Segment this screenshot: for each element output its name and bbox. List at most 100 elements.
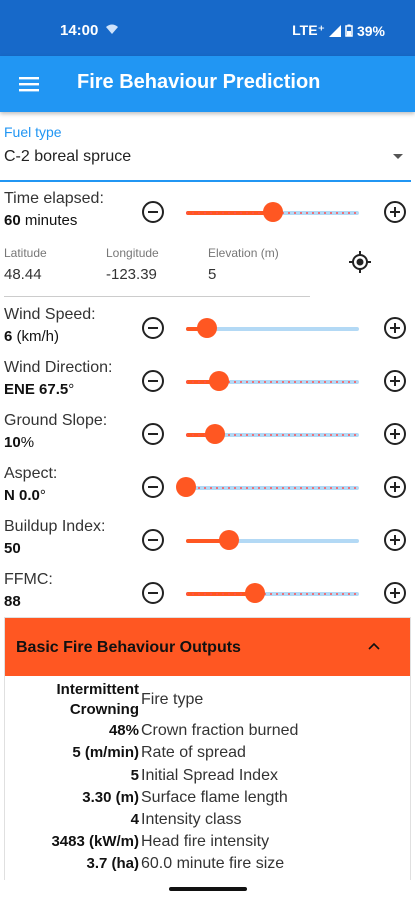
elevation-value: 5 (208, 266, 217, 283)
wind-direction-value: ENE 67.5° (4, 381, 75, 398)
chevron-up-icon[interactable] (368, 642, 380, 650)
longitude-field[interactable]: Longitude -123.39 (106, 246, 159, 283)
buildup-index-label: Buildup Index: (4, 518, 106, 535)
wind-speed-value: 6 (km/h) (4, 328, 60, 345)
aspect-decrease-button[interactable] (142, 476, 164, 498)
location-section: Latitude 48.44 Longitude -123.39 Elevati… (0, 240, 415, 300)
buildup-index-slider[interactable] (186, 530, 359, 550)
output-label: Fire type (141, 691, 204, 708)
elevation-label: Elevation (m) (208, 246, 279, 260)
outputs-panel: Basic Fire Behaviour Outputs Intermitten… (4, 617, 411, 900)
ffmc-slider-thumb[interactable] (245, 583, 265, 603)
output-label: Head fire intensity (141, 833, 270, 850)
ground-slope-value: 10% (4, 434, 35, 451)
output-label: 60.0 minute fire size (141, 855, 285, 872)
output-value: Intermittent Crowning (56, 681, 140, 718)
ffmc-decrease-button[interactable] (142, 582, 164, 604)
wind-speed-decrease-button[interactable] (142, 317, 164, 339)
battery-icon (345, 24, 353, 37)
time-elapsed-slider[interactable] (186, 202, 359, 222)
output-row-fire-type: Intermittent Crowning Fire type (5, 680, 412, 720)
buildup-index-slider-thumb[interactable] (219, 530, 239, 550)
home-gesture-handle[interactable] (169, 887, 247, 891)
buildup-index-value: 50 (4, 540, 21, 557)
status-right: LTE⁺ 39% (292, 22, 385, 39)
fuel-type-label: Fuel type (4, 124, 62, 140)
navigation-bar (0, 880, 415, 900)
output-label: Initial Spread Index (141, 767, 278, 784)
time-elapsed-slider-thumb[interactable] (263, 202, 283, 222)
latitude-value: 48.44 (4, 266, 42, 283)
output-value: 48% (108, 722, 139, 739)
output-label: Intensity class (141, 811, 242, 828)
wind-speed-increase-button[interactable] (384, 317, 406, 339)
output-value: 3.7 (ha) (86, 855, 139, 872)
aspect-slider[interactable] (176, 477, 359, 497)
fuel-type-select[interactable]: Fuel type C-2 boreal spruce (0, 120, 411, 182)
fuel-type-value: C-2 boreal spruce (4, 148, 132, 165)
wind-direction-increase-button[interactable] (384, 370, 406, 392)
wind-direction-row: Wind Direction: ENE 67.5° (0, 357, 415, 407)
output-value: 4 (130, 811, 139, 828)
output-label: Surface flame length (141, 789, 288, 806)
ground-slope-decrease-button[interactable] (142, 423, 164, 445)
outputs-panel-title: Basic Fire Behaviour Outputs (16, 639, 241, 656)
time-elapsed-decrease-button[interactable] (142, 201, 164, 223)
wind-direction-label: Wind Direction: (4, 359, 113, 376)
wind-speed-slider[interactable] (186, 318, 359, 338)
longitude-value: -123.39 (106, 266, 157, 283)
wind-speed-row: Wind Speed: 6 (km/h) (0, 304, 415, 354)
hamburger-menu-icon[interactable] (18, 73, 40, 95)
buildup-index-increase-button[interactable] (384, 529, 406, 551)
wind-direction-slider-thumb[interactable] (209, 371, 229, 391)
ground-slope-slider[interactable] (186, 424, 359, 444)
elevation-field[interactable]: Elevation (m) 5 (208, 246, 279, 283)
output-value: 3483 (kW/m) (51, 833, 139, 850)
dropdown-caret-icon (393, 154, 403, 159)
latitude-label: Latitude (4, 246, 47, 260)
my-location-icon[interactable] (349, 251, 371, 273)
app-bar: Fire Behaviour Prediction (0, 56, 415, 112)
wifi-icon (106, 24, 118, 34)
ffmc-label: FFMC: (4, 571, 53, 588)
ground-slope-slider-thumb[interactable] (205, 424, 225, 444)
ground-slope-increase-button[interactable] (384, 423, 406, 445)
time-elapsed-row: Time elapsed: 60 minutes (0, 188, 415, 238)
buildup-index-decrease-button[interactable] (142, 529, 164, 551)
wind-speed-label: Wind Speed: (4, 306, 96, 323)
aspect-row: Aspect: N 0.0° (0, 463, 415, 513)
output-value: 3.30 (m) (82, 789, 139, 806)
ffmc-row: FFMC: 88 (0, 569, 415, 619)
time-elapsed-value: 60 minutes (4, 212, 78, 229)
ffmc-increase-button[interactable] (384, 582, 406, 604)
aspect-slider-thumb[interactable] (176, 477, 196, 497)
aspect-label: Aspect: (4, 465, 58, 482)
ffmc-value: 88 (4, 593, 21, 610)
output-label: Crown fraction burned (141, 722, 299, 739)
output-value: 5 (m/min) (72, 744, 139, 761)
status-time: 14:00 (60, 22, 99, 39)
aspect-value: N 0.0° (4, 487, 46, 504)
fuel-type-underline (0, 180, 411, 182)
aspect-increase-button[interactable] (384, 476, 406, 498)
signal-icon (328, 24, 341, 37)
longitude-label: Longitude (106, 246, 159, 260)
outputs-panel-header[interactable]: Basic Fire Behaviour Outputs (5, 618, 410, 676)
ground-slope-label: Ground Slope: (4, 412, 108, 429)
wind-direction-decrease-button[interactable] (142, 370, 164, 392)
time-elapsed-increase-button[interactable] (384, 201, 406, 223)
time-elapsed-label: Time elapsed: (4, 190, 104, 207)
app-title: Fire Behaviour Prediction (77, 71, 321, 93)
battery-percent: 39% (356, 22, 385, 39)
latitude-field[interactable]: Latitude 48.44 (4, 246, 47, 283)
ffmc-slider[interactable] (186, 583, 359, 603)
buildup-index-row: Buildup Index: 50 (0, 516, 415, 566)
ground-slope-row: Ground Slope: 10% (0, 410, 415, 460)
wind-speed-slider-thumb[interactable] (197, 318, 217, 338)
output-value: 5 (130, 767, 139, 784)
status-bar: 14:00 LTE⁺ 39% (0, 0, 415, 56)
output-label: Rate of spread (141, 744, 246, 761)
network-type: LTE⁺ (292, 22, 325, 38)
wind-direction-slider[interactable] (186, 371, 359, 391)
location-divider (4, 296, 310, 297)
